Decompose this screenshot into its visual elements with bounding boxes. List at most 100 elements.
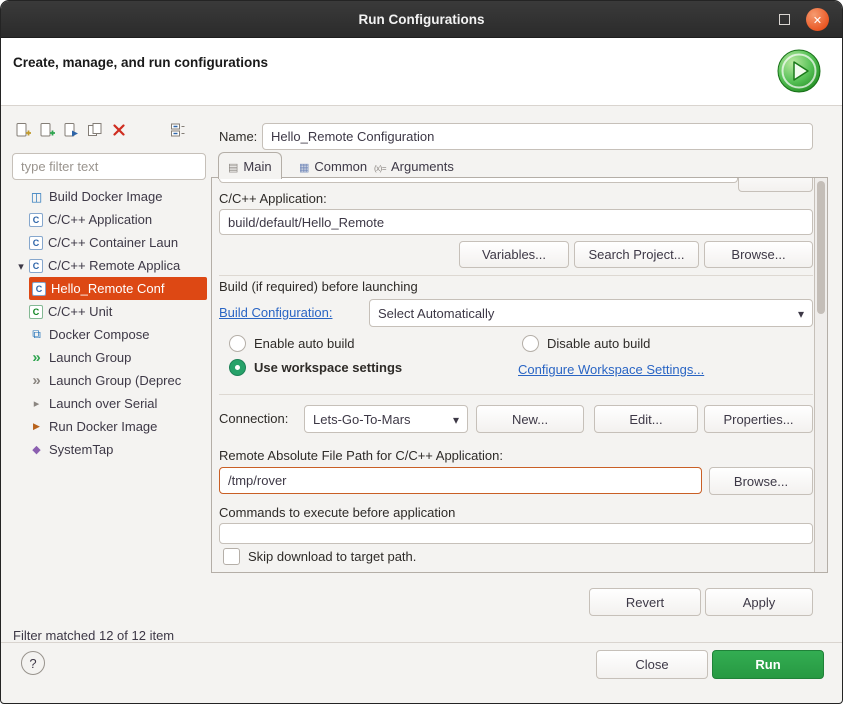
configure-workspace-settings-link[interactable]: Configure Workspace Settings...	[518, 362, 704, 377]
titlebar[interactable]: Run Configurations	[1, 1, 842, 38]
remote-path-label: Remote Absolute File Path for C/C++ Appl…	[219, 448, 503, 463]
use-workspace-settings-label: Use workspace settings	[254, 360, 402, 375]
help-button[interactable]: ?	[21, 651, 45, 675]
delete-launch-configuration-icon[interactable]	[110, 122, 128, 138]
systemtap-icon	[29, 442, 44, 457]
tree-item-label: SystemTap	[49, 442, 113, 457]
filter-status: Filter matched 12 of 12 item	[13, 628, 206, 643]
main-tab-content: C/C++ Application: Variables... Search P…	[211, 177, 828, 573]
tab-main[interactable]: Main	[218, 152, 282, 179]
connection-label: Connection:	[219, 411, 288, 426]
tree-item-label: Build Docker Image	[49, 189, 162, 204]
edit-connection-button[interactable]: Edit...	[594, 405, 698, 433]
c-remote-icon	[29, 259, 43, 273]
enable-auto-build-radio[interactable]	[229, 335, 246, 352]
c-remote-icon	[32, 282, 46, 296]
tree-item-label: Launch Group	[49, 350, 131, 365]
tree-item-cpp-application[interactable]: C/C++ Application	[11, 208, 207, 231]
export-launch-configuration-icon[interactable]	[62, 122, 80, 138]
build-configuration-link[interactable]: Build Configuration:	[219, 305, 332, 320]
launch-config-toolbar	[14, 122, 128, 138]
arguments-tab-icon	[374, 159, 386, 174]
section-divider	[219, 394, 813, 395]
banner-title: Create, manage, and run configurations	[13, 55, 268, 70]
use-workspace-settings-radio[interactable]	[229, 359, 246, 376]
tree-item-cpp-remote-application[interactable]: C/C++ Remote Applica	[11, 254, 207, 277]
tree-item-docker-compose[interactable]: Docker Compose	[11, 323, 207, 346]
content-scrollbar[interactable]	[814, 178, 827, 572]
tab-label: Main	[243, 159, 271, 174]
disable-auto-build-label: Disable auto build	[547, 336, 650, 351]
docker-compose-icon	[29, 327, 44, 342]
configurations-tree: Build Docker Image C/C++ Application C/C…	[11, 185, 207, 461]
tree-item-run-docker-image[interactable]: Run Docker Image	[11, 415, 207, 438]
browse-remote-path-button[interactable]: Browse...	[709, 467, 813, 495]
filter-input[interactable]	[12, 153, 206, 180]
tree-item-cpp-unit[interactable]: C/C++ Unit	[11, 300, 207, 323]
browse-application-button[interactable]: Browse...	[704, 241, 813, 268]
tree-item-label: C/C++ Container Laun	[48, 235, 178, 250]
tree-item-systemtap[interactable]: SystemTap	[11, 438, 207, 461]
tree-item-label: Launch Group (Deprec	[49, 373, 181, 388]
tree-item-label: C/C++ Application	[48, 212, 152, 227]
run-button[interactable]: Run	[712, 650, 824, 679]
clipped-project-field[interactable]	[219, 177, 738, 183]
skip-download-checkbox[interactable]	[223, 548, 240, 565]
main-tab-icon	[228, 159, 238, 174]
tree-item-hello-remote-selected[interactable]: Hello_Remote Conf	[29, 277, 207, 300]
variables-button[interactable]: Variables...	[459, 241, 569, 268]
run-play-icon	[776, 48, 822, 94]
name-input[interactable]	[262, 123, 813, 150]
window-close-button[interactable]	[806, 8, 829, 31]
tree-item-launch-group-deprecated[interactable]: Launch Group (Deprec	[11, 369, 207, 392]
close-button[interactable]: Close	[596, 650, 708, 679]
remote-path-input[interactable]	[219, 467, 702, 494]
tree-item-build-docker-image[interactable]: Build Docker Image	[11, 185, 207, 208]
tab-label: Arguments	[391, 159, 454, 174]
tree-item-launch-over-serial[interactable]: Launch over Serial	[11, 392, 207, 415]
chevron-down-icon	[790, 306, 804, 321]
connection-select[interactable]: Lets-Go-To-Mars	[304, 405, 468, 433]
maximize-icon[interactable]	[779, 14, 790, 25]
tree-item-label: C/C++ Unit	[48, 304, 112, 319]
tab-common[interactable]: Common	[290, 154, 376, 178]
disable-auto-build-radio[interactable]	[522, 335, 539, 352]
collapse-all-icon[interactable]	[169, 122, 187, 138]
tab-arguments[interactable]: Arguments	[365, 154, 463, 178]
launch-group-icon	[29, 350, 44, 365]
footer-divider	[1, 642, 842, 643]
dialog-banner: Create, manage, and run configurations	[1, 38, 842, 106]
application-path-input[interactable]	[219, 209, 813, 235]
tab-label: Common	[314, 159, 367, 174]
tree-item-cpp-container-launcher[interactable]: C/C++ Container Laun	[11, 231, 207, 254]
new-launch-prototype-icon[interactable]	[38, 122, 56, 138]
properties-button[interactable]: Properties...	[704, 405, 813, 433]
common-tab-icon	[299, 159, 309, 174]
tree-item-label: Run Docker Image	[49, 419, 157, 434]
build-configuration-value: Select Automatically	[378, 306, 494, 321]
enable-auto-build-option: Enable auto build	[229, 335, 354, 352]
chevron-expanded-icon[interactable]	[13, 258, 29, 273]
c-container-icon	[29, 236, 43, 250]
build-configuration-select[interactable]: Select Automatically	[369, 299, 813, 327]
c-application-icon	[29, 213, 43, 227]
skip-download-label: Skip download to target path.	[248, 549, 416, 564]
run-configurations-dialog: Run Configurations Create, manage, and r…	[0, 0, 843, 704]
new-connection-button[interactable]: New...	[476, 405, 584, 433]
clipped-browse-button[interactable]	[738, 177, 813, 192]
application-label: C/C++ Application:	[219, 191, 327, 206]
new-launch-configuration-icon[interactable]	[14, 122, 32, 138]
scrollbar-thumb[interactable]	[817, 181, 825, 314]
tree-item-label: Hello_Remote Conf	[51, 281, 164, 296]
serial-launch-icon	[29, 396, 44, 411]
skip-download-option: Skip download to target path.	[223, 548, 416, 565]
c-unit-icon	[29, 305, 43, 319]
commands-input[interactable]	[219, 523, 813, 544]
apply-button[interactable]: Apply	[705, 588, 813, 616]
launch-group-deprecated-icon	[29, 373, 44, 388]
revert-button[interactable]: Revert	[589, 588, 701, 616]
tree-item-launch-group[interactable]: Launch Group	[11, 346, 207, 369]
build-group-title: Build (if required) before launching	[219, 279, 418, 294]
duplicate-launch-configuration-icon[interactable]	[86, 122, 104, 138]
search-project-button[interactable]: Search Project...	[574, 241, 699, 268]
